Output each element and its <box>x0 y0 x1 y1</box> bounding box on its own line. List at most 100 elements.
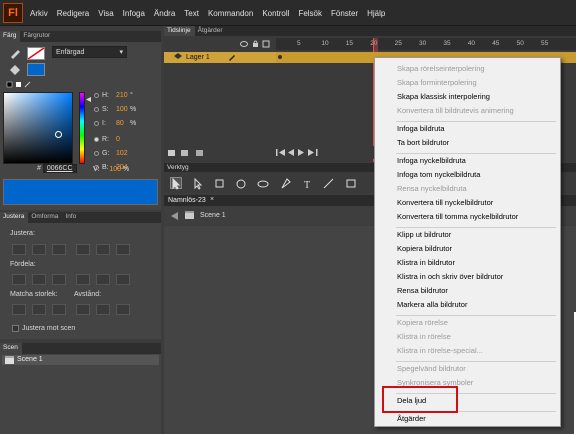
color-field-unit: ° <box>130 92 133 99</box>
context-menu-item[interactable]: Rensa bildrutor <box>397 286 448 295</box>
timeline-ruler[interactable]: 5 10 15 20 25 30 35 40 45 50 55 <box>276 38 576 50</box>
menu-item[interactable]: Ändra <box>154 9 175 18</box>
color-field-value[interactable]: 210 <box>116 92 128 99</box>
menu-item[interactable]: Kommandon <box>208 9 253 18</box>
align-button[interactable] <box>76 244 90 255</box>
color-mode-radio[interactable] <box>94 93 99 98</box>
color-mode-radio[interactable] <box>94 121 99 126</box>
color-field-row: G: 102 <box>94 150 154 160</box>
chevron-down-icon: ▾ <box>119 49 123 56</box>
tab-align[interactable]: Justera <box>0 212 29 223</box>
playback-controls[interactable] <box>276 148 372 159</box>
tab-info[interactable]: Info <box>62 212 80 223</box>
menu-item[interactable]: Felsök <box>298 9 322 18</box>
new-layer-icon[interactable] <box>168 148 208 159</box>
hex-input[interactable]: 0066CC <box>42 164 77 173</box>
alpha-value[interactable]: 100 <box>109 166 121 173</box>
swap-colors-icon[interactable] <box>6 81 46 89</box>
alpha-label: V: <box>93 166 100 173</box>
color-mode-radio[interactable] <box>94 151 99 156</box>
menu-separator <box>396 227 556 228</box>
context-menu-item: Rensa nyckelbildruta <box>397 184 467 193</box>
context-menu-item[interactable]: Infoga bildruta <box>397 124 445 133</box>
stroke-pencil-icon[interactable] <box>8 47 22 59</box>
context-menu-item[interactable]: Klistra in bildrutor <box>397 258 455 267</box>
context-menu-item[interactable]: Konvertera till nyckelbildrutor <box>397 198 493 207</box>
color-mode-radio[interactable] <box>94 137 99 142</box>
align-to-stage-checkbox[interactable] <box>12 325 19 332</box>
context-menu-item[interactable]: Kopiera bildrutor <box>397 244 452 253</box>
layer-row[interactable]: Lager 1 <box>164 52 276 63</box>
align-button[interactable] <box>12 274 26 285</box>
color-field-value[interactable]: 80 <box>116 120 124 127</box>
color-field-value[interactable]: 100 <box>116 106 128 113</box>
align-button[interactable] <box>116 274 130 285</box>
menu-item[interactable]: Hjälp <box>367 9 385 18</box>
app-logo: Fl <box>3 3 23 23</box>
align-button[interactable] <box>12 244 26 255</box>
menu-item[interactable]: Kontroll <box>262 9 289 18</box>
ruler-tick-label: 5 <box>297 40 301 47</box>
align-button[interactable] <box>96 274 110 285</box>
context-menu-item[interactable]: Klistra in och skriv över bildrutor <box>397 272 503 281</box>
hue-slider-handle[interactable] <box>86 97 91 102</box>
align-button[interactable] <box>32 274 46 285</box>
context-menu-item[interactable]: Konvertera till tomma nyckelbildrutor <box>397 212 518 221</box>
align-button[interactable] <box>32 304 46 315</box>
keyframe-dot[interactable] <box>278 55 282 59</box>
align-button[interactable] <box>52 244 66 255</box>
color-field-value[interactable]: 102 <box>116 150 128 157</box>
color-mode-radio[interactable] <box>94 107 99 112</box>
context-menu-item[interactable]: Ta bort bildrutor <box>397 138 449 147</box>
fill-bucket-icon[interactable] <box>8 64 22 76</box>
align-to-stage-label: Justera mot scen <box>22 325 76 332</box>
tab-color[interactable]: Färg <box>0 31 21 42</box>
tab-transform[interactable]: Omforma <box>28 212 62 223</box>
document-tab[interactable]: Namnlös-23 <box>168 197 206 204</box>
close-icon[interactable]: × <box>210 196 214 203</box>
context-menu-item[interactable]: Infoga nyckelbildruta <box>397 156 466 165</box>
color-field-value[interactable]: 0 <box>116 136 120 143</box>
menu-item[interactable]: Infoga <box>123 9 145 18</box>
align-button[interactable] <box>116 244 130 255</box>
ruler-tick-label: 30 <box>419 40 427 47</box>
align-button[interactable] <box>52 304 66 315</box>
align-button[interactable] <box>96 244 110 255</box>
fill-color-swatch[interactable] <box>27 63 45 76</box>
alpha-row: V: 100 % <box>93 166 129 173</box>
tab-swatches[interactable]: Färgrutor <box>20 31 54 42</box>
menu-item[interactable]: Redigera <box>57 9 89 18</box>
context-menu-item[interactable]: Skapa klassisk interpolering <box>397 92 490 101</box>
color-picker-cursor[interactable] <box>55 131 62 138</box>
ruler-tick-label: 25 <box>394 40 402 47</box>
align-button[interactable] <box>76 304 90 315</box>
back-arrow-icon[interactable] <box>170 212 179 222</box>
align-button[interactable] <box>52 274 66 285</box>
color-field-row: H: 210 ° <box>94 92 154 102</box>
menu-item[interactable]: Text <box>184 9 199 18</box>
align-button[interactable] <box>32 244 46 255</box>
context-menu-item[interactable]: Markera alla bildrutor <box>397 300 467 309</box>
tab-actions[interactable]: Åtgärder <box>195 26 227 36</box>
context-menu-item[interactable]: Åtgärder <box>397 414 426 423</box>
color-field-unit: % <box>130 106 137 113</box>
tab-scene[interactable]: Scen <box>0 343 22 354</box>
context-menu-item[interactable]: Infoga tom nyckelbildruta <box>397 170 480 179</box>
context-menu-item[interactable]: Klipp ut bildrutor <box>397 230 451 239</box>
color-field-row: I: 80% <box>94 120 154 130</box>
menu-separator <box>396 153 556 154</box>
scene-list-item[interactable]: Scene 1 <box>2 355 159 365</box>
menu-item[interactable]: Visa <box>98 9 113 18</box>
scene-breadcrumb[interactable]: Scene 1 <box>200 212 226 219</box>
hue-slider[interactable] <box>79 92 85 164</box>
stroke-color-swatch[interactable] <box>27 47 45 60</box>
color-picker-field[interactable] <box>3 92 73 164</box>
menu-item[interactable]: Arkiv <box>30 9 48 18</box>
align-button[interactable] <box>76 274 90 285</box>
menu-item[interactable]: Fönster <box>331 9 358 18</box>
align-button[interactable] <box>96 304 110 315</box>
align-button[interactable] <box>12 304 26 315</box>
tab-timeline[interactable]: Tidslinje <box>164 26 195 36</box>
align-button[interactable] <box>116 304 130 315</box>
fill-type-select[interactable]: Enfärgad ▾ <box>52 46 127 58</box>
